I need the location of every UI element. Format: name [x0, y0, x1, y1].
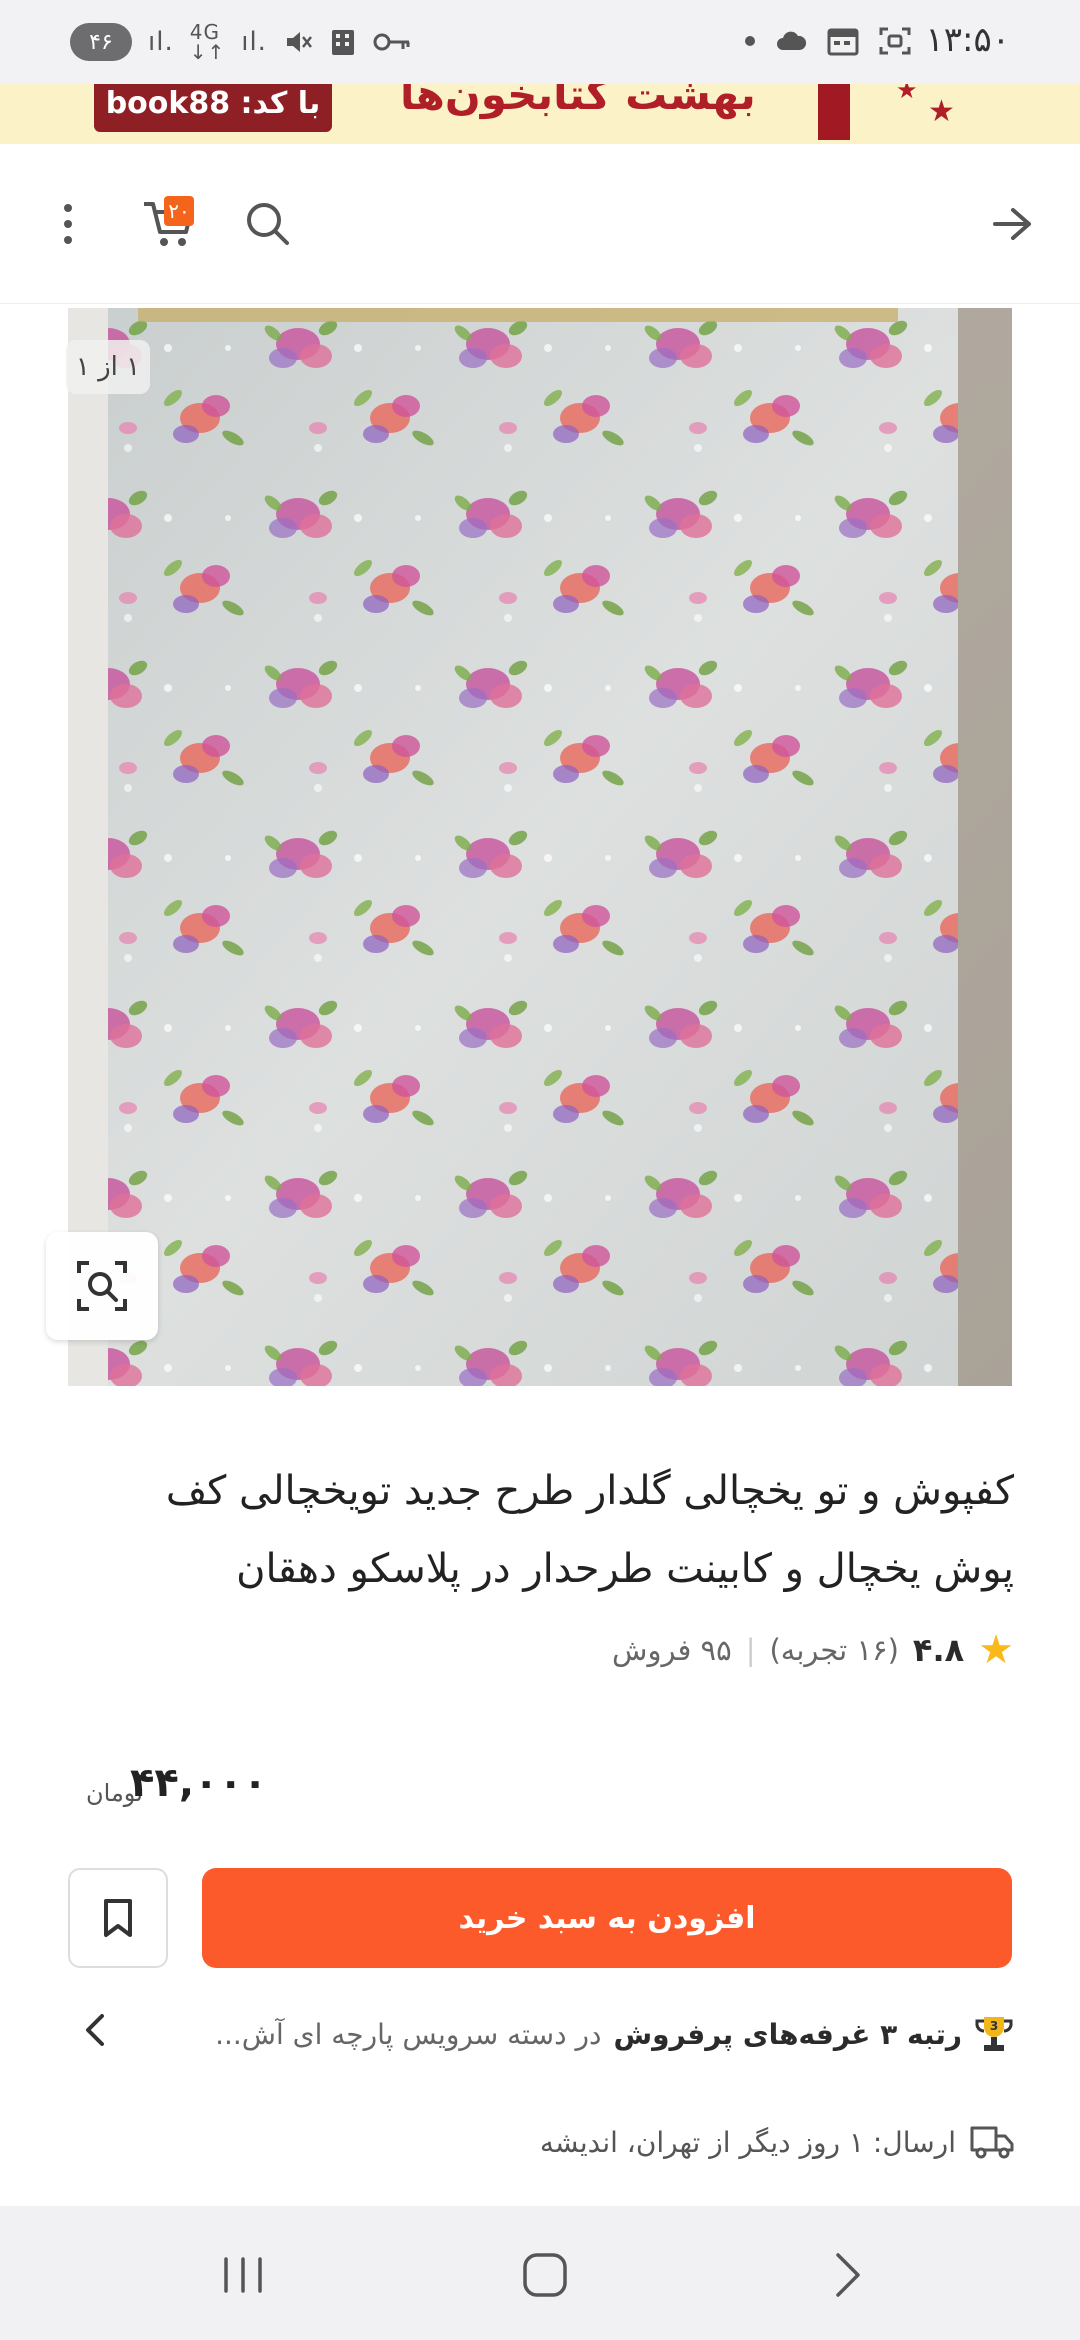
- product-image[interactable]: [68, 308, 1012, 1386]
- cloud-icon: [777, 31, 807, 50]
- back-button[interactable]: [980, 192, 1044, 256]
- product-meta: ★ ۴.۸ (۱۶ تجربه) | ۹۵ فروش: [612, 1630, 1014, 1670]
- app-header: ۲۰: [0, 144, 1080, 304]
- home-icon: [523, 2253, 567, 2297]
- promo-title: بهشت کتابخون‌ها: [400, 84, 756, 119]
- separator: |: [745, 1633, 756, 1667]
- visual-search-button[interactable]: [46, 1232, 158, 1340]
- status-time: ۱۳:۵۰: [925, 20, 1010, 60]
- key-icon: [373, 33, 410, 51]
- shipping-text: ارسال: ۱ روز دیگر از تهران، اندیشه: [539, 2125, 956, 2159]
- visual-search-icon: [77, 1261, 127, 1311]
- system-nav-bar: [0, 2206, 1080, 2340]
- price-value: ۴۴,۰۰۰: [130, 1760, 268, 1806]
- reviews-count[interactable]: (۱۶ تجربه): [769, 1633, 898, 1667]
- status-bar: ۴۶ ıl. 4G ↓↑ ıl. ۱۳:۵۰: [0, 0, 1080, 84]
- back-arrow-icon: [993, 208, 1031, 240]
- rank-title: رتبه ۳ غرفه‌های پرفروش: [613, 2017, 962, 2051]
- network-label: 4G: [189, 20, 220, 44]
- more-vertical-icon: [64, 204, 72, 244]
- product-title: کفپوش و تو یخچالی گلدار طرح جدید تویخچال…: [165, 1468, 1014, 1592]
- promo-banner[interactable]: با کد: book88 بهشت کتابخون‌ها ★ ★: [0, 84, 1080, 144]
- cart-button[interactable]: ۲۰: [136, 192, 200, 256]
- bookmark-button[interactable]: [68, 1868, 168, 1968]
- status-left: ۴۶ ıl. 4G ↓↑ ıl.: [70, 22, 411, 62]
- mobile-data-icon: 4G ↓↑: [189, 20, 226, 64]
- mute-icon: [286, 32, 312, 52]
- bookmark-icon: [104, 1899, 132, 1937]
- calendar-icon: [827, 28, 859, 56]
- recent-apps-button[interactable]: [208, 2240, 278, 2310]
- battery-level: ۴۶: [89, 29, 113, 55]
- screenshot-icon: [879, 27, 911, 55]
- star-icon: ★: [928, 94, 955, 129]
- recent-apps-icon: [224, 2257, 262, 2293]
- back-nav-button[interactable]: [812, 2240, 882, 2310]
- trophy-icon: 3: [975, 2017, 1013, 2051]
- chevron-left-icon: [86, 2014, 104, 2046]
- seller-rank-row[interactable]: 3 رتبه ۳ غرفه‌های پرفروش در دسته سرویس پ…: [60, 2004, 1014, 2064]
- currency-label: تومان: [86, 1778, 143, 1807]
- building-icon: [331, 30, 354, 55]
- back-icon: [836, 2253, 860, 2297]
- floral-pattern-image: [68, 308, 1012, 1386]
- truck-icon: [970, 2126, 1014, 2159]
- star-icon: ★: [978, 1627, 1014, 1673]
- promo-code: با کد: book88: [94, 84, 332, 132]
- home-button[interactable]: [510, 2240, 580, 2310]
- battery-icon: ۴۶: [70, 23, 132, 61]
- star-icon: ★: [896, 84, 918, 104]
- sales-count: ۹۵ فروش: [612, 1633, 732, 1667]
- trophy-number: 3: [990, 2019, 998, 2033]
- dot-icon: [745, 36, 755, 46]
- rank-category: در دسته سرویس پارچه ای آش...: [215, 2017, 602, 2051]
- signal-icon: ıl.: [148, 27, 174, 57]
- status-right-icons: [745, 26, 911, 56]
- search-icon: [247, 203, 289, 245]
- promo-logo: [818, 84, 850, 140]
- more-button[interactable]: [36, 192, 100, 256]
- rating-value: ۴.۸: [912, 1631, 965, 1669]
- image-counter: ۱ از ۱: [66, 340, 150, 394]
- add-to-cart-button[interactable]: افزودن به سبد خرید: [202, 1868, 1012, 1968]
- price-block: تومان ۴۴,۰۰۰: [86, 1760, 267, 1806]
- cart-count-badge: ۲۰: [164, 196, 194, 226]
- search-button[interactable]: [236, 192, 300, 256]
- shipping-row: ارسال: ۱ روز دیگر از تهران، اندیشه: [540, 2124, 1014, 2160]
- signal-icon: ıl.: [241, 27, 267, 57]
